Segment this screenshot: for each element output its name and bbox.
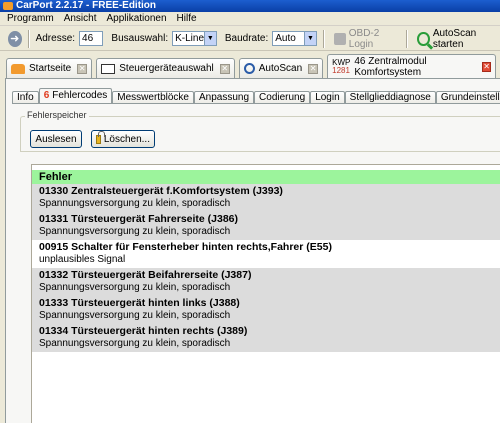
tab-zentralmodul-komfortsystem[interactable]: KWP 1281 46 Zentralmodul Komfortsystem ✕ [327,54,496,78]
back-arrow-icon[interactable]: ➜ [8,30,22,47]
fault-row[interactable]: 00915 Schalter für Fensterheber hinten r… [32,240,500,268]
close-icon[interactable]: ✕ [482,61,491,72]
auslesen-button[interactable]: Auslesen [30,130,82,148]
group-legend: Fehlerspeicher [25,110,89,120]
baudrate-value: Auto [275,33,296,44]
fault-description: Spannungsversorgung zu klein, sporadisch [39,282,231,293]
fault-row[interactable]: 01330 Zentralsteuergerät f.Komfortsystem… [32,184,500,212]
window-title: CarPort 2.2.17 - FREE-Edition [16,0,157,11]
fault-title: 00915 Schalter für Fensterheber hinten r… [39,241,332,253]
fault-title: 01330 Zentralsteuergerät f.Komfortsystem… [39,185,283,197]
menu-bar: Programm Ansicht Applikationen Hilfe [0,12,500,26]
autoscan-start-button[interactable]: AutoScan starten [414,28,500,50]
tab-label: Info [17,92,34,103]
close-icon[interactable]: ✕ [308,63,319,74]
fault-row[interactable]: 01332 Türsteuergerät Beifahrerseite (J38… [32,268,500,296]
obd-login-label: OBD-2 Login [348,27,380,50]
main-tab-strip: Startseite ✕ Steuergeräteauswahl ✕ AutoS… [0,52,500,78]
chevron-down-icon: ▼ [303,32,316,45]
fault-row[interactable]: 01331 Türsteuergerät Fahrerseite (J386) … [32,212,500,240]
close-icon[interactable]: ✕ [219,63,230,74]
tab-autoscan[interactable]: AutoScan ✕ [238,58,324,78]
tab-label: Anpassung [198,92,250,103]
tab-startseite[interactable]: Startseite ✕ [6,58,93,78]
fault-title: 01334 Türsteuergerät hinten rechts (J389… [39,325,248,337]
tab-label: Steuergeräteauswahl [119,63,214,74]
car-icon [11,63,25,74]
busauswahl-label: Busauswahl: [111,33,169,44]
obd-login-button[interactable]: OBD-2 Login [331,28,401,50]
menu-hilfe[interactable]: Hilfe [172,12,202,25]
loeschen-label: Löschen... [103,133,150,145]
fault-row[interactable]: 01334 Türsteuergerät hinten rechts (J389… [32,324,500,352]
tab-label: Messwertblöcke [117,92,189,103]
baudrate-label: Baudrate: [224,33,269,44]
tab-label: Codierung [259,92,306,103]
tab-label: Startseite [29,63,72,74]
kwp-indicator: KWP 1281 [332,58,350,75]
kwp-number: 1281 [332,65,350,75]
chevron-down-icon: ▼ [203,32,216,45]
fehlerspeicher-group: Fehlerspeicher Auslesen Löschen... [20,110,500,152]
tab-label: Stellglieddiagnose [349,92,431,103]
fault-description: Spannungsversorgung zu klein, sporadisch [39,198,231,209]
autoscan-start-label: AutoScan starten [432,27,477,50]
sub-tab-strip: Info 6 Fehlercodes Messwertblöcke Anpassu… [12,88,500,104]
toolbar-separator [406,29,409,48]
module-icon [101,63,116,74]
close-icon[interactable]: ✕ [77,63,88,74]
fault-title: 01333 Türsteuergerät hinten links (J388) [39,297,240,309]
tab-steuergeraeteauswahl[interactable]: Steuergeräteauswahl ✕ [96,58,235,78]
fault-description: Spannungsversorgung zu klein, sporadisch [39,226,231,237]
title-bar: CarPort 2.2.17 - FREE-Edition [0,0,500,12]
search-icon [243,63,255,74]
tab-label: Fehlercodes [52,90,108,101]
fault-list[interactable]: Fehler 01330 Zentralsteuergerät f.Komfor… [31,164,500,423]
busauswahl-select[interactable]: K-Line 1 ▼ [172,31,217,46]
toolbar-separator [27,29,30,48]
tab-divider [12,103,500,104]
fault-title: 01332 Türsteuergerät Beifahrerseite (J38… [39,269,252,281]
fault-count-badge: 6 [43,90,50,101]
lock-icon [96,130,105,144]
fault-list-header: Fehler [32,170,500,184]
tab-label: Login [315,92,340,103]
fault-description: Spannungsversorgung zu klein, sporadisch [39,310,231,321]
module-panel: Info 6 Fehlercodes Messwertblöcke Anpassu… [5,78,500,423]
toolbar: ➜ Adresse: 46 Busauswahl: K-Line 1 ▼ Bau… [0,27,500,51]
menu-programm[interactable]: Programm [2,12,59,25]
app-icon [3,2,13,10]
adresse-label: Adresse: [35,33,76,44]
fault-description: unplausibles Signal [39,254,126,265]
tab-label: Grundeinstellung [440,92,500,103]
auslesen-label: Auslesen [35,133,77,145]
menu-ansicht[interactable]: Ansicht [59,12,102,25]
fault-description: Spannungsversorgung zu klein, sporadisch [39,338,231,349]
menu-applikationen[interactable]: Applikationen [101,12,171,25]
adresse-input[interactable]: 46 [79,31,104,46]
fault-title: 01331 Türsteuergerät Fahrerseite (J386) [39,213,239,225]
obd-connector-icon [333,32,346,45]
fault-row[interactable]: 01333 Türsteuergerät hinten links (J388)… [32,296,500,324]
tab-label: AutoScan [258,63,303,74]
baudrate-select[interactable]: Auto ▼ [272,31,317,46]
tab-fehlercodes[interactable]: 6 Fehlercodes [38,88,113,104]
tab-label: 46 Zentralmodul Komfortsystem [354,55,427,78]
toolbar-separator [322,29,325,48]
loeschen-button[interactable]: Löschen... [91,130,155,148]
magnifier-icon [417,31,430,46]
